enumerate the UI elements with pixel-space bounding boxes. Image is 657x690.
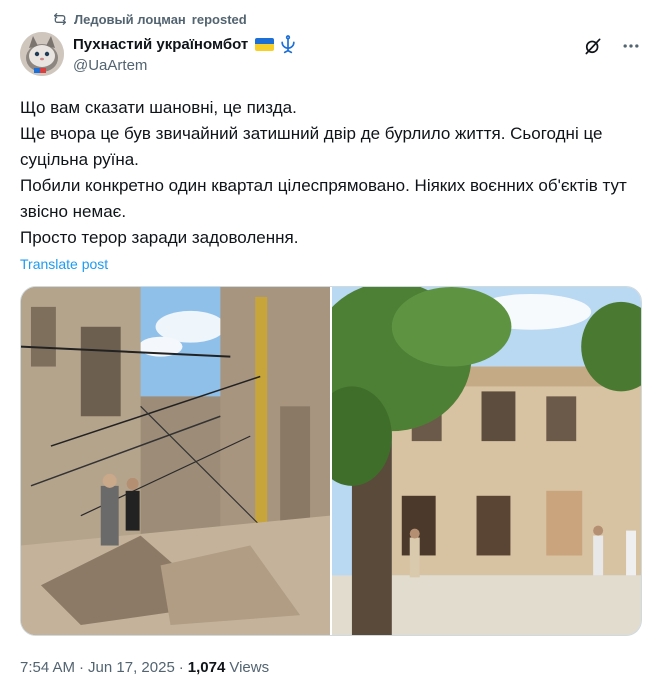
translate-post-link[interactable]: Translate post <box>20 256 108 272</box>
avatar[interactable] <box>20 32 64 76</box>
destroyed-courtyard-photo[interactable] <box>21 287 330 635</box>
trident-icon <box>281 35 295 54</box>
meta-separator: · <box>79 659 85 676</box>
tweet-line: Просто терор заради задоволення. <box>20 228 299 247</box>
repost-header: Ледовый лоцман reposted <box>52 11 247 27</box>
tweet-time[interactable]: 7:54 AM <box>20 659 75 676</box>
reposter-name[interactable]: Ледовый лоцман <box>74 12 186 27</box>
more-icon[interactable] <box>621 36 641 56</box>
tweet-actions <box>583 36 641 56</box>
views-count: 1,074 <box>187 659 226 676</box>
author-display-name[interactable]: Пухнастий україномбот <box>73 36 248 53</box>
tweet-text: Що вам сказати шановні, це пизда. Ще вчо… <box>20 95 640 251</box>
views-label: Views <box>229 659 270 676</box>
tweet-line: Що вам сказати шановні, це пизда. <box>20 98 297 117</box>
ukraine-flag-icon <box>255 37 275 51</box>
author-block: Пухнастий україномбот @UaArtem <box>73 34 298 74</box>
tweet-line: Побили конкретно один квартал цілеспрямо… <box>20 176 627 221</box>
author-handle[interactable]: @UaArtem <box>73 57 298 74</box>
grok-icon[interactable] <box>583 36 603 56</box>
damaged-building-photo[interactable] <box>332 287 641 635</box>
tweet-line: Ще вчора це був звичайний затишний двір … <box>20 124 603 169</box>
media-grid <box>20 286 642 636</box>
repost-suffix: reposted <box>191 11 247 27</box>
tweet-date[interactable]: Jun 17, 2025 <box>88 659 175 676</box>
repost-icon <box>54 13 66 25</box>
tweet-meta: 7:54 AM · Jun 17, 2025 · 1,074 Views <box>20 659 269 676</box>
meta-separator: · <box>178 659 184 676</box>
